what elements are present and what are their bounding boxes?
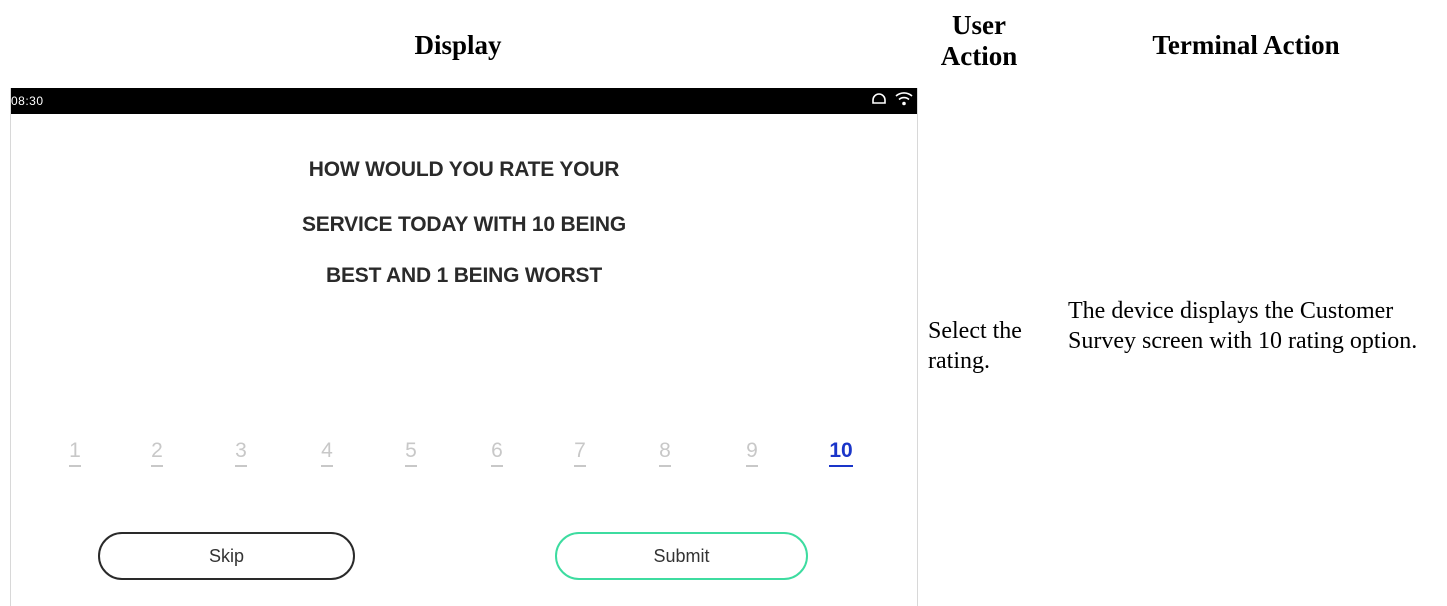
- skip-button[interactable]: Skip: [98, 532, 355, 580]
- rating-underline: [659, 465, 671, 467]
- user-action-text: Select the rating.: [928, 318, 1022, 374]
- rating-option-5[interactable]: 5: [389, 437, 433, 467]
- rating-label: 9: [746, 439, 758, 462]
- rating-option-9[interactable]: 9: [730, 437, 774, 467]
- device-screen: 08:30 HOW WOULD YOU RATE YOUR SERVICE TO…: [10, 88, 918, 606]
- column-header-user-action: User Action: [940, 10, 1018, 72]
- rating-option-4[interactable]: 4: [305, 437, 349, 467]
- rating-option-2[interactable]: 2: [135, 437, 179, 467]
- rating-underline: [746, 465, 758, 467]
- rating-underline: [405, 465, 417, 467]
- status-bar: 08:30: [11, 88, 917, 114]
- submit-button[interactable]: Submit: [555, 532, 808, 580]
- rating-option-3[interactable]: 3: [219, 437, 263, 467]
- status-icons: [871, 91, 913, 110]
- rating-label: 2: [151, 439, 163, 462]
- question-line: BEST AND 1 BEING WORST: [325, 264, 602, 287]
- column-header-display: Display: [414, 30, 502, 60]
- rating-underline: [491, 465, 503, 467]
- rating-label: 7: [574, 439, 586, 462]
- cloud-icon: [871, 91, 887, 110]
- rating-option-8[interactable]: 8: [643, 437, 687, 467]
- wifi-icon: [895, 91, 913, 110]
- rating-underline: [574, 465, 586, 467]
- question-line: SERVICE TODAY WITH 10 BEING: [301, 213, 627, 236]
- rating-option-6[interactable]: 6: [475, 437, 519, 467]
- status-time: 08:30: [11, 94, 44, 108]
- question-line: HOW WOULD YOU RATE YOUR: [308, 158, 620, 181]
- terminal-action-text: The device displays the Customer Survey …: [1068, 298, 1418, 354]
- rating-underline: [151, 465, 163, 467]
- rating-underline: [829, 465, 853, 467]
- rating-label: 3: [235, 439, 247, 462]
- rating-options: 1 2 3 4 5 6 7 8 9 10: [53, 437, 903, 477]
- rating-label: 8: [659, 439, 671, 462]
- rating-underline: [235, 465, 247, 467]
- rating-option-1[interactable]: 1: [53, 437, 97, 467]
- rating-label: 1: [69, 439, 81, 462]
- rating-underline: [321, 465, 333, 467]
- rating-underline: [69, 465, 81, 467]
- rating-label: 6: [491, 439, 503, 462]
- rating-label: 4: [321, 439, 333, 462]
- column-header-terminal-action: Terminal Action: [1152, 30, 1340, 60]
- rating-option-7[interactable]: 7: [558, 437, 602, 467]
- rating-label: 5: [405, 439, 417, 462]
- rating-label: 10: [829, 439, 853, 462]
- rating-option-10[interactable]: 10: [819, 437, 863, 467]
